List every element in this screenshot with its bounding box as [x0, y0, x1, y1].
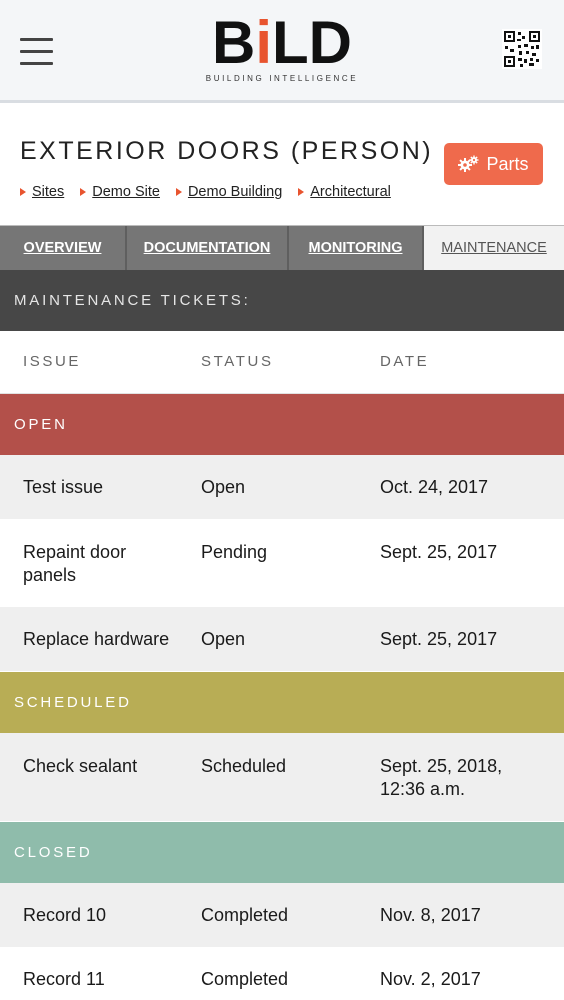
ticket-issue: Replace hardware [23, 629, 170, 649]
column-header-status: STATUS [201, 353, 274, 370]
breadcrumb-item-sites[interactable]: Sites [20, 184, 64, 200]
ticket-status: Open [201, 477, 246, 497]
tab-maintenance[interactable]: MAINTENANCE [424, 226, 564, 270]
logo-tagline: BUILDING INTELLIGENCE [205, 74, 359, 83]
logo-wordmark: BiLD [212, 9, 352, 76]
caret-right-icon [20, 188, 26, 196]
ticket-date: Sept. 25, 2017 [380, 629, 498, 649]
breadcrumb-item-demo-building[interactable]: Demo Building [175, 184, 282, 200]
breadcrumb-link[interactable]: Demo Building [188, 184, 282, 200]
tab-bar: OVERVIEW DOCUMENTATION MONITORING MAINTE… [0, 225, 564, 270]
ticket-issue: Record 11 [23, 969, 105, 989]
ticket-row[interactable]: Replace hardware Open Sept. 25, 2017 [0, 607, 564, 671]
group-header-closed: CLOSED [0, 822, 564, 883]
ticket-status: Scheduled [201, 756, 287, 776]
ticket-issue: Check sealant [23, 756, 138, 776]
parts-button[interactable]: Parts [444, 143, 543, 185]
caret-right-icon [80, 188, 87, 196]
ticket-column-headers: ISSUE STATUS DATE [0, 331, 564, 394]
ticket-row[interactable]: Repaint door panels Pending Sept. 25, 20… [0, 519, 564, 607]
ticket-issue: Test issue [23, 477, 104, 497]
breadcrumb-item-architectural[interactable]: Architectural [298, 184, 391, 200]
ticket-issue: Repaint door panels [23, 542, 127, 585]
caret-right-icon [175, 188, 182, 196]
ticket-status: Pending [201, 542, 268, 562]
parts-button-label: Parts [486, 153, 529, 174]
group-header-scheduled: SCHEDULED [0, 672, 564, 733]
ticket-status: Completed [201, 905, 289, 925]
ticket-status: Open [201, 629, 246, 649]
breadcrumb-link[interactable]: Sites [32, 184, 64, 200]
ticket-date: Oct. 24, 2017 [380, 477, 489, 497]
breadcrumb-item-demo-site[interactable]: Demo Site [80, 184, 160, 200]
ticket-date: Sept. 25, 2018, 12:36 a.m. [380, 756, 503, 799]
maintenance-tickets-heading: MAINTENANCE TICKETS: [0, 270, 564, 331]
column-header-date: DATE [380, 353, 430, 370]
ticket-row[interactable]: Check sealant Scheduled Sept. 25, 2018, … [0, 733, 564, 821]
page-title: EXTERIOR DOORS (PERSON) [20, 137, 434, 165]
ticket-row[interactable]: Test issue Open Oct. 24, 2017 [0, 455, 564, 519]
ticket-date: Sept. 25, 2017 [380, 542, 498, 562]
ticket-date: Nov. 2, 2017 [380, 969, 481, 989]
page-header: EXTERIOR DOORS (PERSON) Parts Sites Demo… [0, 103, 564, 225]
qr-code-icon[interactable] [502, 29, 542, 69]
tab-documentation[interactable]: DOCUMENTATION [127, 226, 289, 270]
group-header-open: OPEN [0, 394, 564, 455]
ticket-issue: Record 10 [23, 905, 107, 925]
breadcrumb-link[interactable]: Architectural [310, 184, 391, 200]
ticket-status: Completed [201, 969, 289, 989]
breadcrumb: Sites Demo Site Demo Building Architectu… [20, 184, 391, 200]
bild-logo[interactable]: BiLD BUILDING INTELLIGENCE [200, 9, 364, 88]
app-header: BiLD BUILDING INTELLIGENCE [0, 0, 564, 103]
hamburger-menu-icon[interactable] [20, 38, 53, 66]
ticket-date: Nov. 8, 2017 [380, 905, 481, 925]
ticket-row[interactable]: Record 11 Completed Nov. 2, 2017 [0, 947, 564, 1000]
tab-monitoring[interactable]: MONITORING [289, 226, 424, 270]
gears-icon [458, 155, 479, 172]
column-header-issue: ISSUE [23, 353, 82, 370]
tab-overview[interactable]: OVERVIEW [0, 226, 127, 270]
caret-right-icon [298, 188, 305, 196]
ticket-row[interactable]: Record 10 Completed Nov. 8, 2017 [0, 883, 564, 947]
breadcrumb-link[interactable]: Demo Site [92, 184, 160, 200]
